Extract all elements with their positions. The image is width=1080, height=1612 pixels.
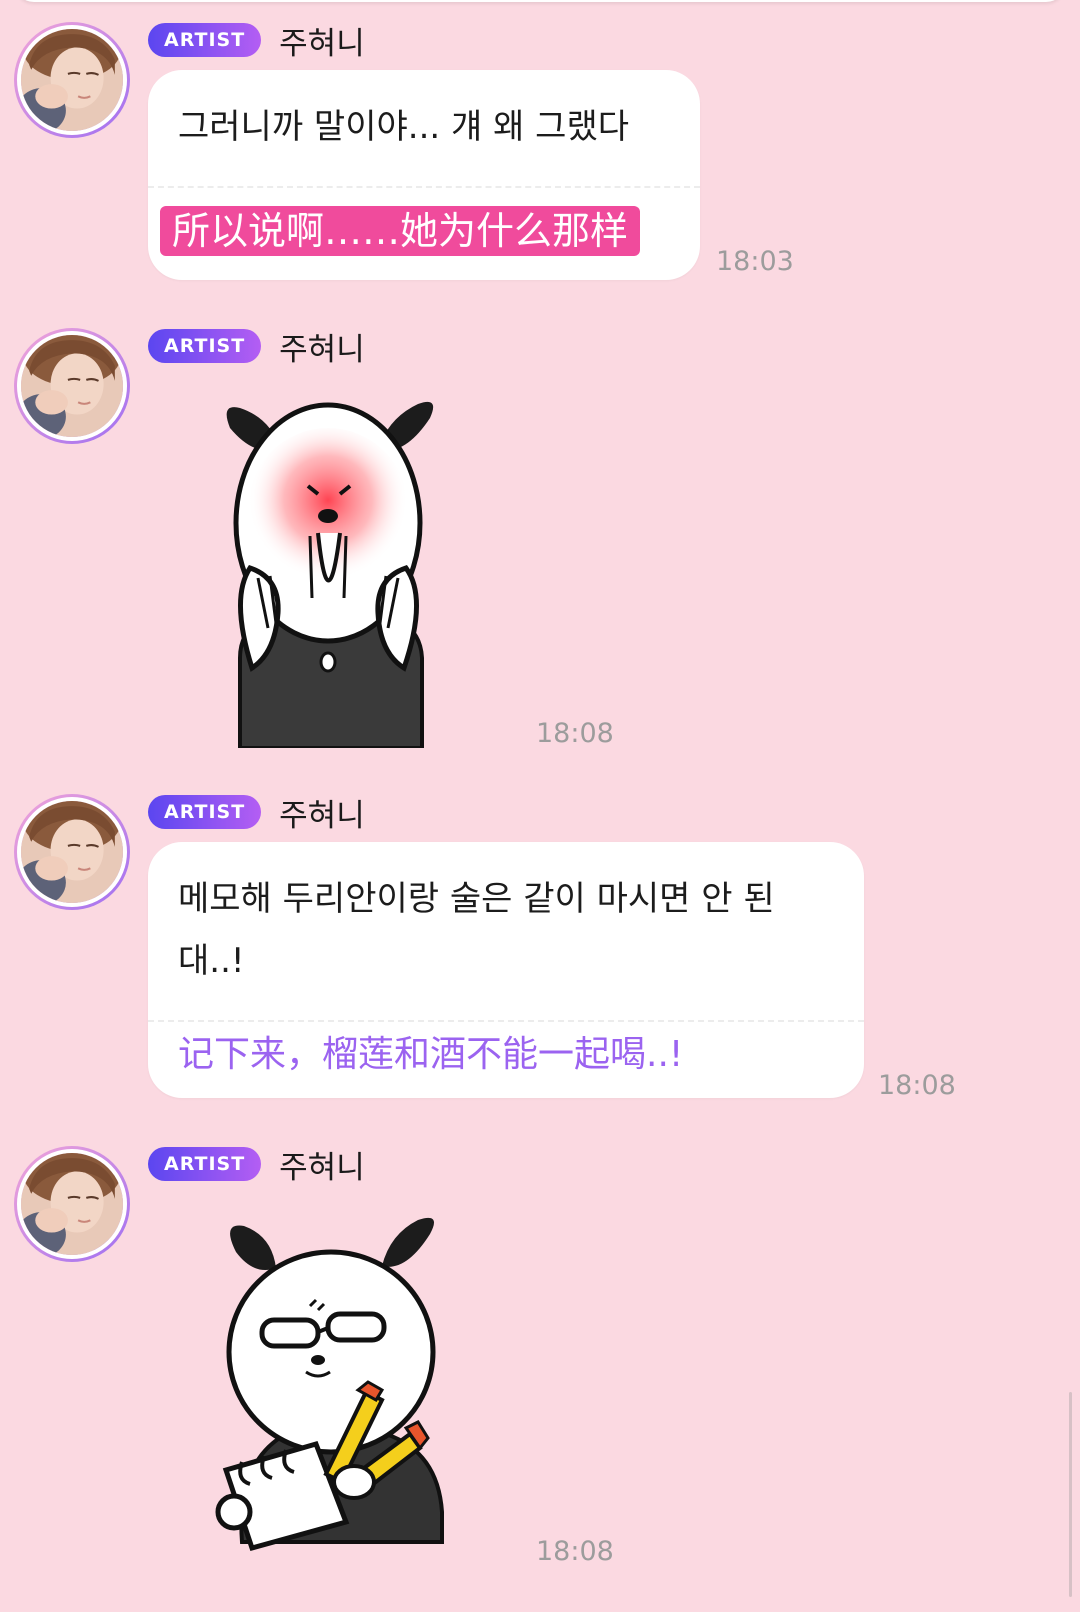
panda-taking-notes-sticker[interactable] <box>206 1212 456 1552</box>
message-bubble[interactable]: 그러니까 말이야... 걔 왜 그랬다 所以说啊……她为什么那样 <box>148 70 700 280</box>
sender-name[interactable]: 주혀니 <box>279 324 365 369</box>
avatar-photo <box>21 1153 123 1255</box>
avatar-photo <box>21 29 123 131</box>
message-timestamp: 18:08 <box>536 718 614 749</box>
message-timestamp: 18:08 <box>878 1070 956 1101</box>
sender-row: ARTIST 주혀니 <box>148 324 365 369</box>
message-timestamp: 18:08 <box>536 1536 614 1567</box>
artist-avatar[interactable] <box>14 1146 130 1262</box>
avatar-photo <box>21 335 123 437</box>
avatar-photo <box>21 801 123 903</box>
artist-badge: ARTIST <box>148 795 262 829</box>
original-text: 메모해 두리안이랑 술은 같이 마시면 안 된대..! <box>178 879 775 981</box>
sender-name[interactable]: 주혀니 <box>279 1142 365 1187</box>
translated-text: 所以说啊……她为什么那样 <box>160 206 641 256</box>
translation-container: 所以说啊……她为什么那样 <box>148 188 700 280</box>
panda-screaming-sticker[interactable] <box>200 398 460 748</box>
artist-badge: ARTIST <box>148 1147 262 1181</box>
sender-name[interactable]: 주혀니 <box>279 18 365 63</box>
translated-text: 记下来，榴莲和酒不能一起喝..! <box>178 1034 684 1075</box>
previous-card-edge <box>14 0 1066 2</box>
original-text: 그러니까 말이야... 걔 왜 그랬다 <box>178 107 630 147</box>
sender-name[interactable]: 주혀니 <box>279 790 365 835</box>
artist-avatar[interactable] <box>14 22 130 138</box>
artist-badge: ARTIST <box>148 329 262 363</box>
artist-avatar[interactable] <box>14 328 130 444</box>
sender-row: ARTIST 주혀니 <box>148 790 365 835</box>
scrollbar-thumb[interactable] <box>1069 1392 1072 1597</box>
artist-avatar[interactable] <box>14 794 130 910</box>
artist-badge: ARTIST <box>148 23 262 57</box>
sender-row: ARTIST 주혀니 <box>148 1142 365 1187</box>
sender-row: ARTIST 주혀니 <box>148 18 365 63</box>
message-timestamp: 18:03 <box>716 246 794 277</box>
message-bubble[interactable]: 메모해 두리안이랑 술은 같이 마시면 안 된대..! 记下来，榴莲和酒不能一起… <box>148 842 864 1098</box>
